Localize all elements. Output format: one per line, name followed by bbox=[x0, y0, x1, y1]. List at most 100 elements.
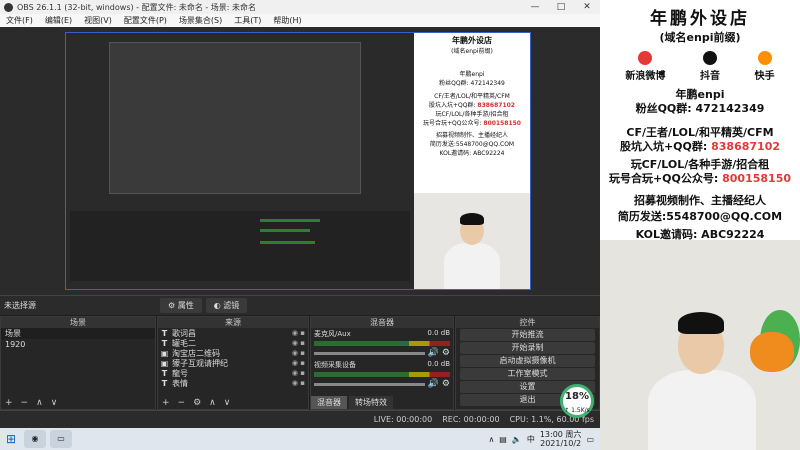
menu-tools[interactable]: 工具(T) bbox=[228, 15, 267, 26]
menu-view[interactable]: 视图(V) bbox=[78, 15, 118, 26]
visibility-lock-icon[interactable]: ◉ ▪ bbox=[292, 339, 308, 347]
tab-mixer[interactable]: 混音器 bbox=[311, 396, 347, 409]
properties-button[interactable]: ⚙ 属性 bbox=[160, 298, 202, 313]
source-item[interactable]: T 罐毛二 ◉ ▪ bbox=[158, 338, 308, 348]
source-item[interactable]: T 歌词昌 ◉ ▪ bbox=[158, 328, 308, 338]
pumpkin-plush bbox=[750, 332, 794, 372]
gear-icon[interactable]: ⚙ bbox=[442, 379, 450, 389]
visibility-lock-icon[interactable]: ◉ ▪ bbox=[292, 379, 308, 387]
move-up-icon[interactable]: ∧ bbox=[209, 398, 216, 408]
visibility-lock-icon[interactable]: ◉ ▪ bbox=[292, 329, 308, 337]
nested-overlay-subtitle: (域名enpi前缀) bbox=[451, 48, 493, 55]
virtual-camera-button[interactable]: 启动虚拟摄像机 bbox=[460, 355, 595, 367]
streamer bbox=[648, 370, 756, 450]
menu-profile[interactable]: 配置文件(P) bbox=[118, 15, 173, 26]
minimize-button[interactable]: — bbox=[522, 2, 548, 12]
move-up-icon[interactable]: ∧ bbox=[36, 398, 43, 408]
scene-item[interactable]: 1920 bbox=[1, 339, 155, 350]
nested-overlay-cf2: 股坑入坑+QQ群: 838687102 bbox=[429, 102, 515, 109]
text-source-icon: T bbox=[161, 328, 168, 338]
tab-transitions[interactable]: 转场特效 bbox=[349, 396, 393, 409]
clock[interactable]: 13:00 周六 2021/10/2 bbox=[540, 430, 582, 448]
kuaishou-link: 快手 bbox=[755, 51, 775, 82]
nested-docks bbox=[70, 211, 410, 281]
nested-overlay-resume: 简历发送:5548700@QQ.COM bbox=[429, 141, 515, 148]
windows-taskbar: ⊞ ◉ ▭ ∧ ▤ 🔈 中 13:00 周六 2021/10/2 ▭ bbox=[0, 428, 600, 450]
windows-start-icon[interactable]: ⊞ bbox=[0, 432, 22, 446]
overlay-panel: 年鹏外设店 (域名enpi前缀) 新浪微博 抖音 快手 年鹏enpi 粉丝QQ群… bbox=[600, 0, 800, 241]
scenes-footer: + − ∧ ∨ bbox=[1, 396, 155, 409]
douyin-icon bbox=[702, 51, 717, 65]
preview-area[interactable]: 年鹏外设店 (域名enpi前缀) 年鹏enpi 粉丝QQ群: 472142349… bbox=[0, 27, 600, 295]
app-taskbar-icon[interactable]: ▭ bbox=[50, 430, 72, 448]
volume-slider[interactable]: 🔊 ⚙ bbox=[311, 378, 453, 390]
system-tray: ∧ ▤ 🔈 中 13:00 周六 2021/10/2 ▭ bbox=[488, 430, 600, 448]
overlay-fans: 粉丝QQ群: 472142349 bbox=[635, 102, 765, 115]
obs-taskbar-icon[interactable]: ◉ bbox=[24, 430, 46, 448]
overlay-game2: 玩号合玩+QQ公众号: 800158150 bbox=[608, 172, 792, 185]
source-item[interactable]: ▣ 獴子互观请押纪 ◉ ▪ bbox=[158, 358, 308, 368]
speaker-icon[interactable]: 🔊 bbox=[428, 379, 439, 389]
visibility-lock-icon[interactable]: ◉ ▪ bbox=[292, 349, 308, 357]
scenes-panel: 场景 场景 1920 + − ∧ ∨ bbox=[0, 316, 156, 410]
network-speed-badge: 18% ↑ 1.5K/s bbox=[560, 384, 594, 418]
source-item[interactable]: T 表情 ◉ ▪ bbox=[158, 378, 308, 388]
nested-overlay-panel: 年鹏外设店 (域名enpi前缀) 年鹏enpi 粉丝QQ群: 472142349… bbox=[414, 33, 530, 289]
weibo-icon bbox=[638, 51, 653, 65]
chevron-up-icon[interactable]: ∧ bbox=[488, 435, 494, 444]
live-status: LIVE: 00:00:00 bbox=[373, 415, 433, 424]
network-icon[interactable]: ▤ bbox=[499, 435, 507, 444]
remove-scene-button[interactable]: − bbox=[21, 398, 29, 408]
visibility-lock-icon[interactable]: ◉ ▪ bbox=[292, 359, 308, 367]
start-recording-button[interactable]: 开始录制 bbox=[460, 342, 595, 354]
mixer-channel: 麦克风/Aux 0.0 dB bbox=[314, 329, 450, 338]
text-source-icon: T bbox=[161, 378, 168, 388]
language-indicator[interactable]: 中 bbox=[527, 434, 535, 445]
maximize-button[interactable]: □ bbox=[548, 2, 574, 12]
volume-slider[interactable]: 🔊 ⚙ bbox=[311, 347, 453, 359]
nested-overlay-name: 年鹏enpi bbox=[459, 71, 485, 78]
start-streaming-button[interactable]: 开始推流 bbox=[460, 329, 595, 341]
window-title: OBS 26.1.1 (32-bit, windows) - 配置文件: 未命名… bbox=[17, 2, 257, 12]
nested-overlay-recruit: 招募视频制作、主播经纪人 bbox=[435, 132, 508, 139]
nested-overlay-cf: CF/王者/LOL/和平精英/CFM bbox=[434, 93, 510, 100]
preview-canvas[interactable]: 年鹏外设店 (域名enpi前缀) 年鹏enpi 粉丝QQ群: 472142349… bbox=[65, 32, 531, 290]
source-item[interactable]: T 龍号 ◉ ▪ bbox=[158, 368, 308, 378]
source-toolbar: 未选择源 ⚙ 属性 ◐ 滤镜 bbox=[0, 295, 600, 315]
speaker-icon[interactable]: 🔊 bbox=[428, 348, 439, 358]
sources-footer: + − ⚙ ∧ ∨ bbox=[158, 396, 308, 409]
nested-overlay-kol: KOL邀请码: ABC92224 bbox=[439, 150, 505, 157]
overlay-cf2: 股坑入坑+QQ群: 838687102 bbox=[619, 140, 781, 153]
overlay-subtitle: (域名enpi前缀) bbox=[659, 31, 741, 44]
status-bar: LIVE: 00:00:00 REC: 00:00:00 CPU: 1.1%, … bbox=[0, 410, 600, 428]
close-button[interactable]: ✕ bbox=[574, 2, 600, 12]
source-item[interactable]: ▣ 淘宝店二维码 ◉ ▪ bbox=[158, 348, 308, 358]
scene-item[interactable]: 场景 bbox=[1, 328, 155, 339]
obs-logo-icon bbox=[4, 2, 13, 12]
overlay-cf: CF/王者/LOL/和平精英/CFM bbox=[626, 126, 774, 139]
studio-mode-button[interactable]: 工作室模式 bbox=[460, 368, 595, 380]
move-down-icon[interactable]: ∨ bbox=[51, 398, 58, 408]
notification-icon[interactable]: ▭ bbox=[586, 435, 594, 444]
overlay-title: 年鹏外设店 bbox=[650, 9, 750, 29]
sources-header: 来源 bbox=[158, 317, 308, 328]
gear-icon[interactable]: ⚙ bbox=[193, 398, 201, 408]
overlay-name: 年鹏enpi bbox=[675, 88, 725, 101]
filters-button[interactable]: ◐ 滤镜 bbox=[205, 298, 248, 313]
audio-meter bbox=[314, 372, 450, 377]
add-source-button[interactable]: + bbox=[162, 398, 170, 408]
kuaishou-icon bbox=[757, 51, 772, 65]
text-source-icon: T bbox=[161, 338, 168, 348]
remove-source-button[interactable]: − bbox=[178, 398, 186, 408]
move-down-icon[interactable]: ∨ bbox=[224, 398, 231, 408]
menu-scene-collection[interactable]: 场景集合(S) bbox=[173, 15, 228, 26]
visibility-lock-icon[interactable]: ◉ ▪ bbox=[292, 369, 308, 377]
rec-status: REC: 00:00:00 bbox=[442, 415, 500, 424]
menu-edit[interactable]: 编辑(E) bbox=[39, 15, 78, 26]
nested-overlay-fans: 粉丝QQ群: 472142349 bbox=[439, 80, 505, 87]
add-scene-button[interactable]: + bbox=[5, 398, 13, 408]
menu-file[interactable]: 文件(F) bbox=[0, 15, 39, 26]
menu-help[interactable]: 帮助(H) bbox=[267, 15, 307, 26]
gear-icon[interactable]: ⚙ bbox=[442, 348, 450, 358]
volume-icon[interactable]: 🔈 bbox=[512, 435, 522, 444]
